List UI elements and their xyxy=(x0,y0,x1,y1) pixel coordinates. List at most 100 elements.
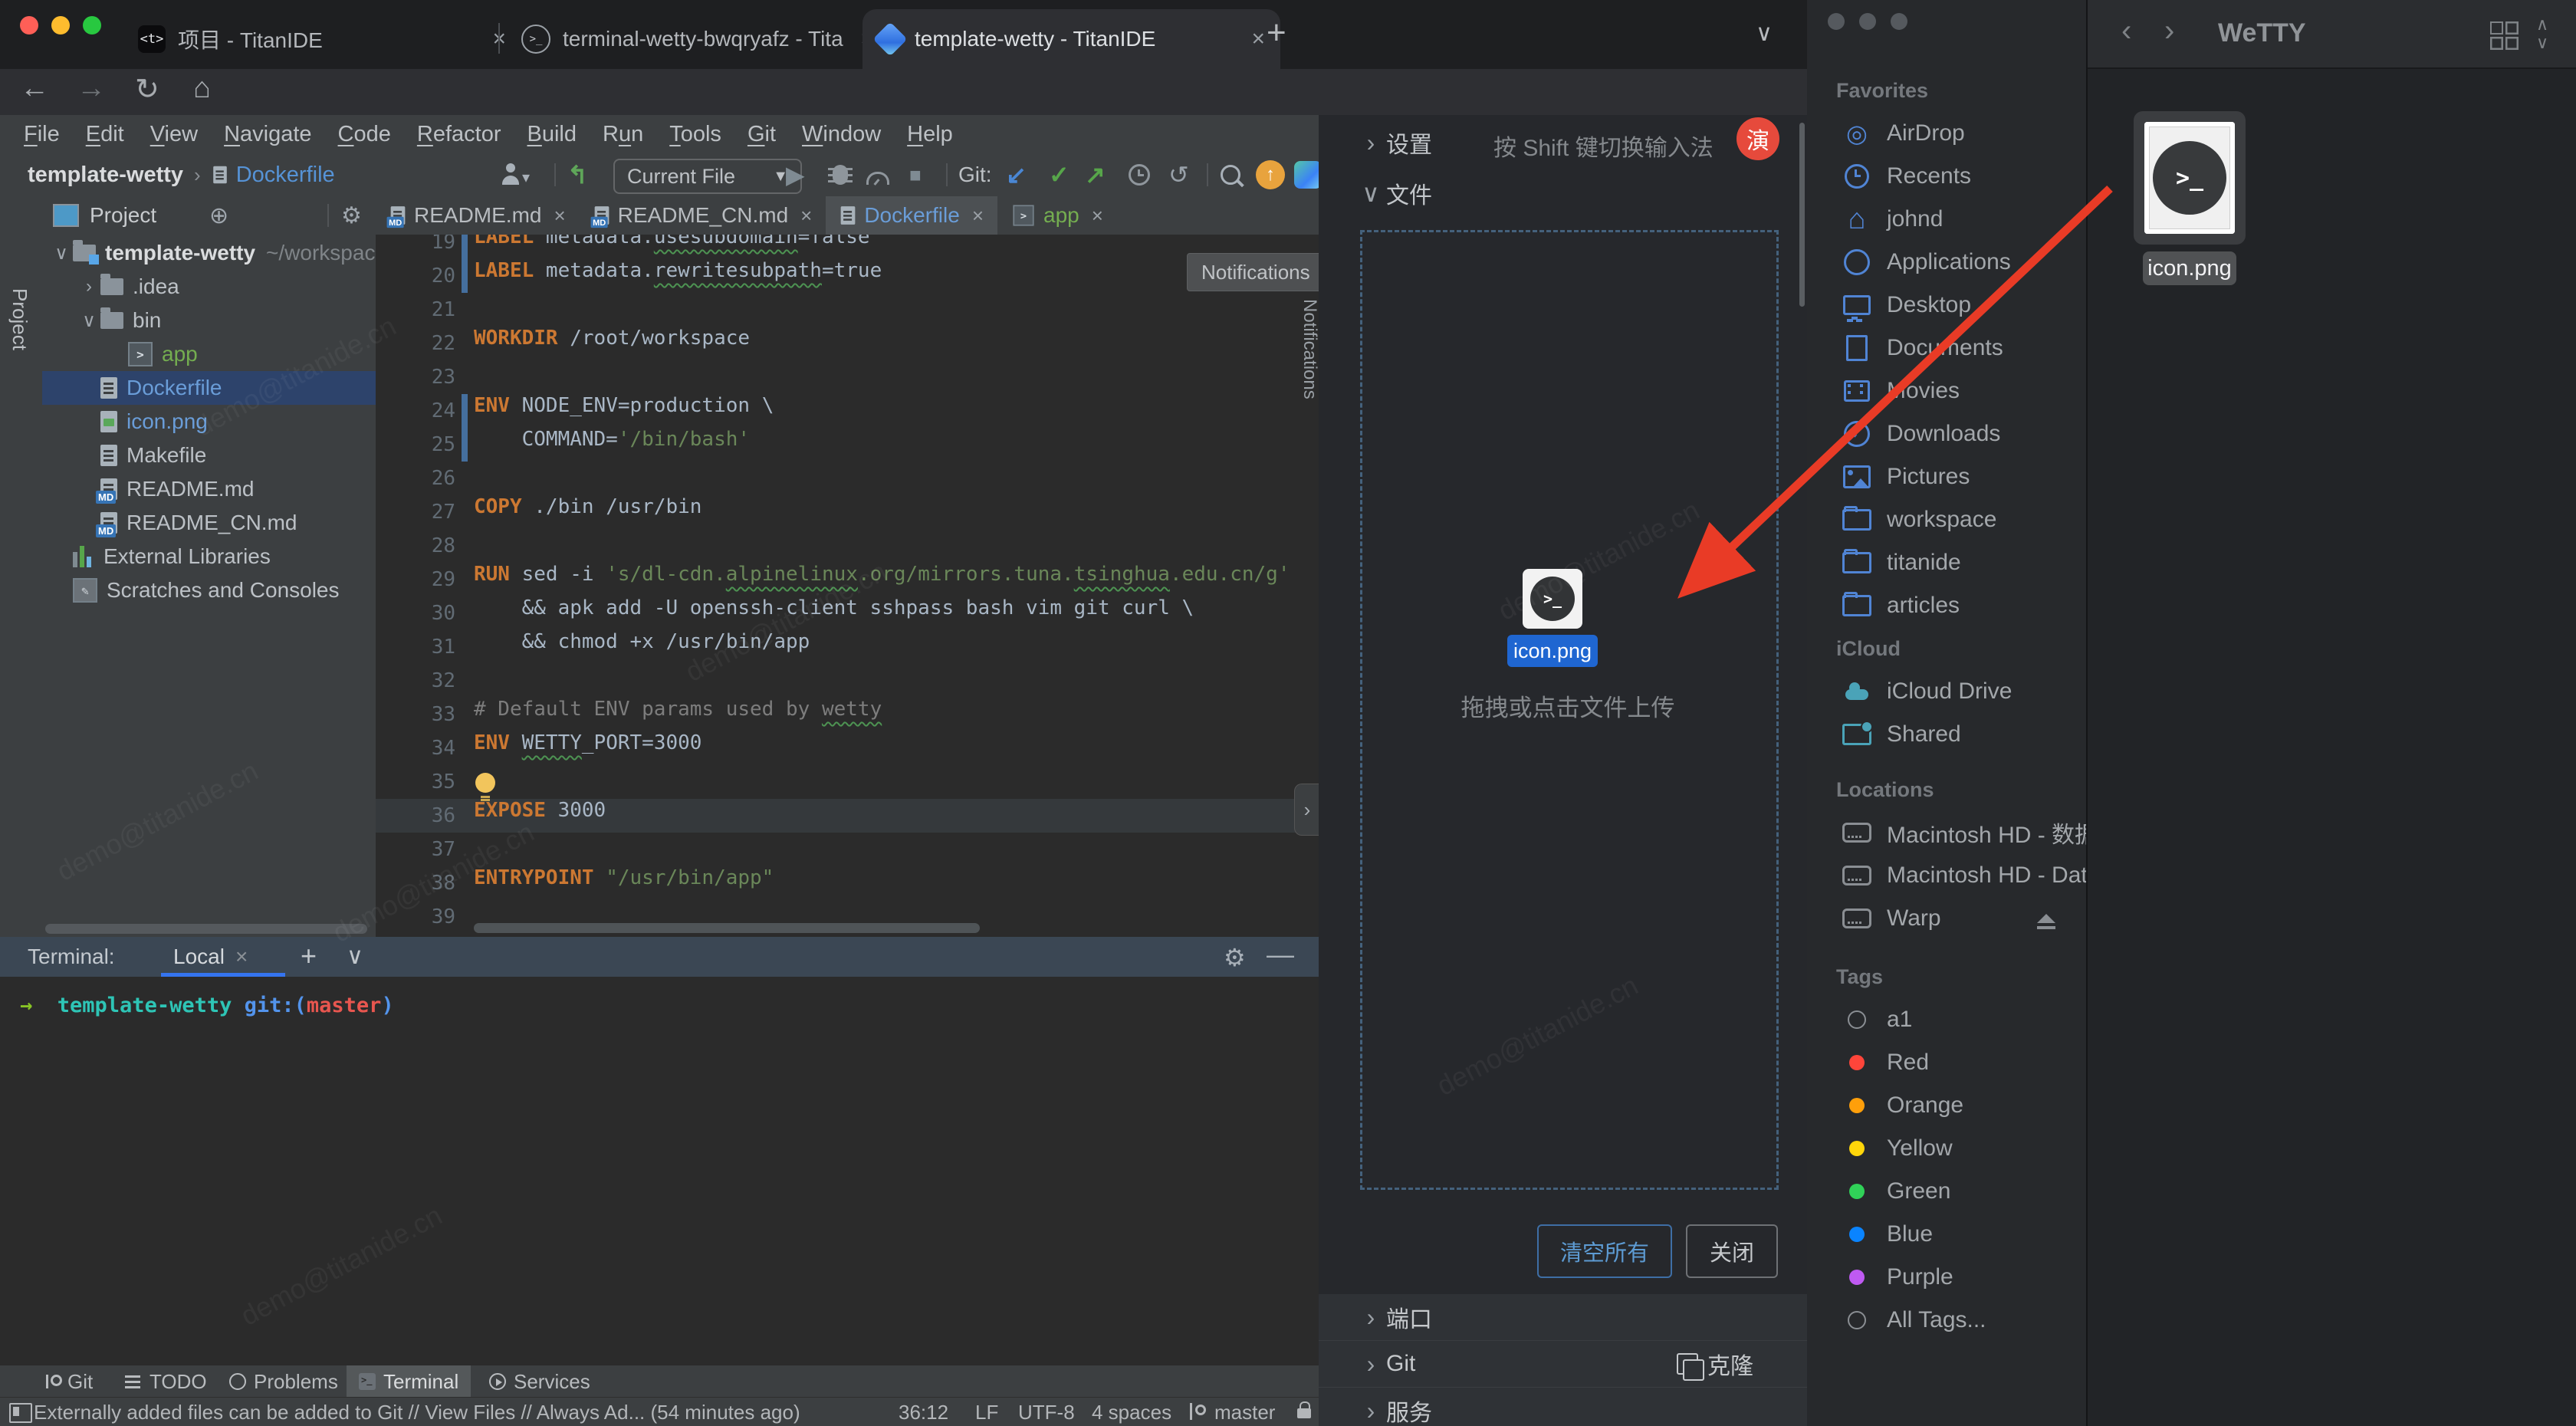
breadcrumb[interactable]: template-wetty › Dockerfile xyxy=(28,153,335,196)
rollback-icon[interactable]: ↺ xyxy=(1168,159,1189,190)
browser-tab[interactable]: template-wetty - TitanIDE× xyxy=(863,9,1280,69)
finder-item-articles[interactable]: articles xyxy=(1807,584,2086,627)
finder-forward-icon[interactable]: › xyxy=(2164,14,2174,48)
toolwindow-problems[interactable]: Problems xyxy=(217,1365,350,1398)
finder-sort-icon[interactable]: ∧∨ xyxy=(2536,15,2548,52)
finder-item-icloud-drive[interactable]: iCloud Drive xyxy=(1807,670,2086,713)
editor[interactable]: README.md×README_CN.md×Dockerfile×>app× … xyxy=(376,196,1319,937)
user-icon[interactable] xyxy=(502,176,519,185)
tree-item-external-libraries[interactable]: External Libraries xyxy=(42,540,376,573)
close-button[interactable]: 关闭 xyxy=(1686,1224,1778,1278)
menu-item[interactable]: Navigate xyxy=(211,122,324,147)
git-push-icon[interactable]: ↗ xyxy=(1085,159,1106,190)
git-branch-name[interactable]: master xyxy=(1214,1401,1275,1424)
finder-close-button[interactable] xyxy=(1828,13,1845,30)
menu-item[interactable]: Run xyxy=(590,122,656,147)
terminal-dropdown-icon[interactable]: ∨ xyxy=(347,943,363,970)
uploaded-file-name[interactable]: icon.png xyxy=(1507,635,1598,667)
editor-tab-app[interactable]: >app× xyxy=(997,196,1117,235)
finder-item-warp[interactable]: Warp xyxy=(1807,897,2086,940)
indent-setting[interactable]: 4 spaces xyxy=(1092,1401,1171,1424)
finder-minimize-button[interactable] xyxy=(1859,13,1876,30)
menu-item[interactable]: Edit xyxy=(73,122,137,147)
right-panel-scrollbar[interactable] xyxy=(1799,123,1805,307)
tab-close-icon[interactable]: × xyxy=(972,204,984,228)
finder-item-downloads[interactable]: Downloads xyxy=(1807,412,2086,455)
line-ending[interactable]: LF xyxy=(975,1401,998,1424)
history-icon[interactable] xyxy=(1129,164,1150,186)
finder-item-purple[interactable]: Purple xyxy=(1807,1256,2086,1299)
stripe-project-button[interactable]: Project xyxy=(8,288,31,350)
tree-item-readme-md[interactable]: README.md xyxy=(42,472,376,506)
tree-item-app[interactable]: >app xyxy=(42,337,376,371)
clear-all-button[interactable]: 清空所有 xyxy=(1537,1224,1672,1278)
home-icon[interactable]: ⌂ xyxy=(193,72,211,105)
toolwindow-git[interactable]: Git xyxy=(31,1365,105,1398)
finder-item-all-tags-[interactable]: All Tags... xyxy=(1807,1299,2086,1342)
tree-item--idea[interactable]: ›.idea xyxy=(42,270,376,304)
menu-item[interactable]: File xyxy=(11,122,73,147)
git-commit-icon[interactable]: ✓ xyxy=(1049,159,1070,190)
finder-item-applications[interactable]: Applications xyxy=(1807,241,2086,284)
files-section-header[interactable]: ∨文件 xyxy=(1319,173,1807,213)
git-clone-button[interactable]: 克隆 xyxy=(1677,1347,1753,1381)
tree-item-readme-cn-md[interactable]: README_CN.md xyxy=(42,506,376,540)
terminal-output[interactable]: → template-wetty git:(master) xyxy=(0,977,1319,1365)
editor-tab-readme_cn.md[interactable]: README_CN.md× xyxy=(580,196,826,235)
tree-item-dockerfile[interactable]: Dockerfile xyxy=(42,371,376,405)
readonly-lock-icon[interactable] xyxy=(1297,1408,1311,1418)
run-icon[interactable]: ▶ xyxy=(786,159,805,190)
finder-item-recents[interactable]: Recents xyxy=(1807,155,2086,198)
window-close-button[interactable] xyxy=(20,16,38,34)
menu-item[interactable]: Refactor xyxy=(404,122,514,147)
status-window-icon[interactable] xyxy=(9,1403,32,1423)
right-section-端口[interactable]: ›端口 xyxy=(1319,1294,1807,1341)
window-minimize-button[interactable] xyxy=(51,16,70,34)
finder-item-johnd[interactable]: ⌂johnd xyxy=(1807,198,2086,241)
caret-position[interactable]: 36:12 xyxy=(899,1401,948,1424)
menu-item[interactable]: View xyxy=(137,122,211,147)
uploaded-file-icon[interactable]: >_ xyxy=(1523,569,1582,629)
right-section-Git[interactable]: ›Git克隆 xyxy=(1319,1341,1807,1388)
terminal-hide-icon[interactable]: — xyxy=(1267,938,1294,971)
finder-item-green[interactable]: Green xyxy=(1807,1170,2086,1213)
toolwindow-services[interactable]: Services xyxy=(477,1365,603,1398)
finder-item-blue[interactable]: Blue xyxy=(1807,1213,2086,1256)
tree-item-template-wetty[interactable]: ∨template-wetty ~/workspace xyxy=(42,236,376,270)
stripe-notifications-button[interactable]: Notifications xyxy=(1299,299,1319,399)
browser-tab[interactable]: <t>项目 - TitanIDE× xyxy=(123,9,521,69)
run-configuration-select[interactable]: Current File▼ xyxy=(613,159,802,194)
tab-close-icon[interactable]: × xyxy=(800,204,812,228)
menu-item[interactable]: Build xyxy=(514,122,590,147)
stop-icon[interactable]: ■ xyxy=(909,159,922,190)
debug-icon[interactable] xyxy=(833,165,848,185)
finder-back-icon[interactable]: ‹ xyxy=(2121,14,2131,48)
project-hscrollbar[interactable] xyxy=(45,924,367,934)
menu-item[interactable]: Window xyxy=(789,122,894,147)
project-panel-title[interactable]: Project xyxy=(90,203,156,228)
new-terminal-icon[interactable]: + xyxy=(301,940,317,972)
panel-expander-chevron[interactable]: › xyxy=(1294,784,1319,836)
menu-item[interactable]: Git xyxy=(734,122,789,147)
finder-item-yellow[interactable]: Yellow xyxy=(1807,1127,2086,1170)
finder-item-pictures[interactable]: Pictures xyxy=(1807,455,2086,498)
menu-item[interactable]: Tools xyxy=(656,122,734,147)
tab-close-icon[interactable]: × xyxy=(1092,204,1103,228)
finder-item-macintosh-hd-[interactable]: Macintosh HD - 数据 xyxy=(1807,811,2086,854)
finder-item-airdrop[interactable]: ◎AirDrop xyxy=(1807,112,2086,155)
finder-item-macintosh-hd-data[interactable]: Macintosh HD - Data xyxy=(1807,854,2086,897)
menu-item[interactable]: Help xyxy=(894,122,966,147)
finder-file-name[interactable]: icon.png xyxy=(2143,251,2236,285)
search-everywhere-icon[interactable] xyxy=(1221,165,1240,185)
settings-gear-icon[interactable]: ⚙ xyxy=(341,202,362,229)
finder-item-red[interactable]: Red xyxy=(1807,1041,2086,1084)
titanide-logo-icon[interactable] xyxy=(1294,161,1319,189)
finder-file-icon[interactable]: >_ xyxy=(2144,122,2235,234)
tab-search-chevron-icon[interactable]: ∨ xyxy=(1756,20,1773,47)
vcs-update-icon[interactable]: ↰ xyxy=(567,159,588,190)
editor-tab-readme.md[interactable]: README.md× xyxy=(376,196,580,235)
forward-icon[interactable]: → xyxy=(77,72,106,105)
terminal-tab-local[interactable]: Local× xyxy=(173,945,248,969)
git-branch-icon[interactable] xyxy=(1187,1403,1202,1421)
tree-item-bin[interactable]: ∨bin xyxy=(42,304,376,337)
